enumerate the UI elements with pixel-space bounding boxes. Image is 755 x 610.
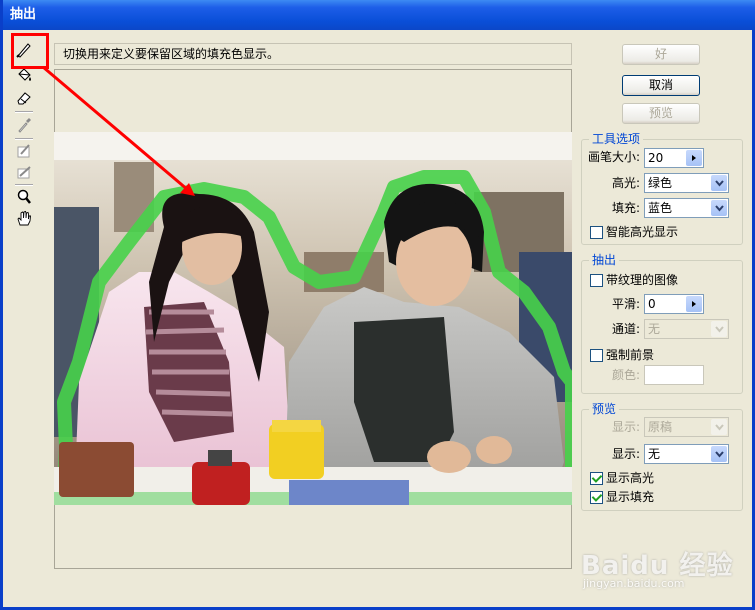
chevron-down-icon[interactable] bbox=[711, 446, 727, 462]
smart-highlight-checkbox[interactable] bbox=[590, 226, 603, 239]
extraction-group: 抽出 带纹理的图像 平滑: 0 通道: 无 强制前景 颜色: bbox=[581, 253, 743, 394]
photo-image[interactable] bbox=[54, 132, 572, 505]
color-label: 颜色: bbox=[611, 368, 640, 382]
show-fill-checkbox[interactable] bbox=[590, 491, 603, 504]
hand-icon[interactable] bbox=[13, 208, 35, 228]
textured-image-label: 带纹理的图像 bbox=[606, 273, 679, 287]
hint-bar: 切换用来定义要保留区域的填充色显示。 bbox=[54, 43, 572, 65]
tool-divider bbox=[15, 138, 33, 140]
show-view-label: 显示: bbox=[611, 420, 640, 434]
preview-title: 预览 bbox=[589, 402, 620, 416]
channel-select[interactable]: 无 bbox=[644, 319, 729, 339]
watermark-url: jingyan.baidu.com bbox=[583, 577, 685, 590]
brush-size-value: 20 bbox=[648, 151, 664, 165]
window-title: 抽出 bbox=[10, 7, 37, 22]
tool-options-title: 工具选项 bbox=[589, 132, 644, 146]
show-fill-label: 显示填充 bbox=[606, 490, 655, 504]
show-background-value: 无 bbox=[648, 447, 661, 461]
channel-value: 无 bbox=[648, 322, 661, 336]
show-background-select[interactable]: 无 bbox=[644, 444, 729, 464]
smooth-arrow-icon[interactable] bbox=[686, 296, 702, 312]
chevron-down-icon bbox=[711, 419, 727, 435]
chevron-down-icon bbox=[711, 321, 727, 337]
smooth-label: 平滑: bbox=[611, 297, 640, 311]
smooth-input[interactable]: 0 bbox=[644, 294, 704, 314]
highlight-annotation-box bbox=[11, 33, 49, 69]
preview-button[interactable]: 预览 bbox=[622, 103, 700, 124]
highlight-select[interactable]: 绿色 bbox=[644, 173, 729, 193]
tool-options-group: 工具选项 画笔大小: 20 高光: 绿色 填充: 蓝色 智能高光显示 bbox=[581, 132, 743, 245]
show-highlight-label: 显示高光 bbox=[606, 471, 655, 485]
highlight-label: 高光: bbox=[611, 176, 640, 190]
show-view-select[interactable]: 原稿 bbox=[644, 417, 729, 437]
fill-value: 蓝色 bbox=[648, 201, 673, 215]
fill-label: 填充: bbox=[611, 201, 640, 215]
highlight-value: 绿色 bbox=[648, 176, 673, 190]
chevron-down-icon[interactable] bbox=[711, 175, 727, 191]
edge-touchup-icon bbox=[13, 162, 35, 182]
textured-image-checkbox[interactable] bbox=[590, 274, 603, 287]
cancel-button[interactable]: 取消 bbox=[622, 75, 700, 96]
show-view-value: 原稿 bbox=[648, 420, 673, 434]
smart-highlight-label: 智能高光显示 bbox=[606, 225, 679, 239]
title-bar[interactable]: 抽出 bbox=[3, 0, 755, 30]
chevron-down-icon[interactable] bbox=[711, 200, 727, 216]
extraction-title: 抽出 bbox=[589, 253, 620, 267]
cleanup-icon bbox=[13, 141, 35, 161]
show-background-label: 显示: bbox=[611, 447, 640, 461]
extract-dialog: 抽出 切换用来定义要保留区域的填充色显示。 好 取消 预览 工具选项 画笔大小:… bbox=[0, 0, 755, 610]
preview-group: 预览 显示: 原稿 显示: 无 显示高光 显示填充 bbox=[581, 402, 743, 511]
color-swatch[interactable] bbox=[644, 365, 704, 385]
eraser-icon[interactable] bbox=[13, 88, 35, 108]
fill-select[interactable]: 蓝色 bbox=[644, 198, 729, 218]
eyedropper-icon bbox=[13, 115, 35, 135]
brush-size-arrow-icon[interactable] bbox=[686, 150, 702, 166]
show-highlight-checkbox[interactable] bbox=[590, 472, 603, 485]
smooth-value: 0 bbox=[648, 297, 656, 311]
hint-text: 切换用来定义要保留区域的填充色显示。 bbox=[63, 47, 280, 61]
force-foreground-checkbox[interactable] bbox=[590, 349, 603, 362]
tool-divider bbox=[15, 184, 33, 186]
channel-label: 通道: bbox=[611, 322, 640, 336]
tool-divider bbox=[15, 111, 33, 113]
brush-size-label: 画笔大小: bbox=[588, 150, 641, 164]
ok-button[interactable]: 好 bbox=[622, 44, 700, 65]
brush-size-input[interactable]: 20 bbox=[644, 148, 704, 168]
zoom-icon[interactable] bbox=[13, 187, 35, 207]
force-foreground-label: 强制前景 bbox=[606, 348, 655, 362]
